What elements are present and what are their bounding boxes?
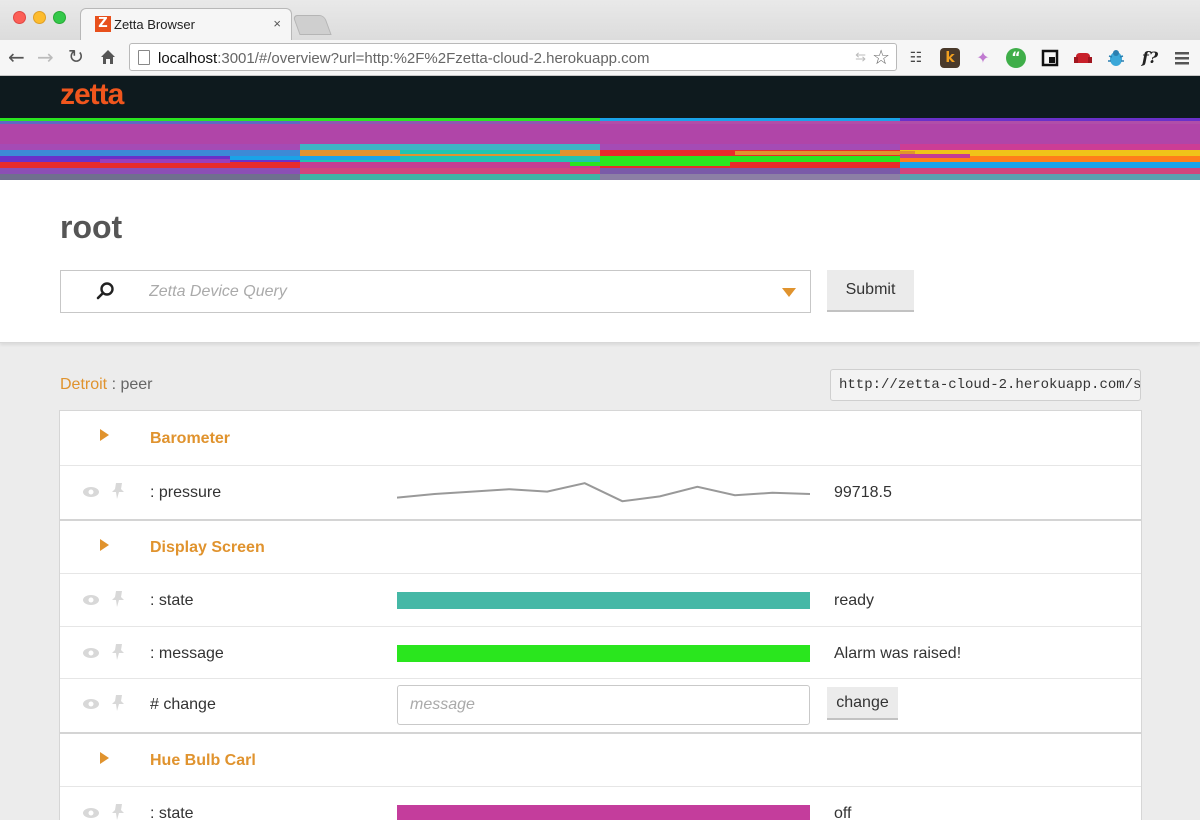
expand-arrow-icon[interactable]	[100, 752, 109, 764]
address-bar[interactable]: localhost:3001/#/overview?url=http:%2F%2…	[129, 43, 897, 71]
peer-name-link[interactable]: Detroit	[60, 376, 107, 393]
activity-stripes	[0, 118, 1200, 180]
new-tab-button[interactable]	[292, 15, 332, 35]
eye-icon[interactable]	[82, 486, 100, 498]
eye-icon[interactable]	[82, 698, 100, 710]
transition-row-change: # change change	[60, 679, 1141, 734]
zetta-favicon-icon: Z	[95, 16, 111, 32]
menu-icon[interactable]	[1172, 48, 1192, 68]
url-text[interactable]: localhost:3001/#/overview?url=http:%2F%2…	[158, 50, 650, 67]
device-header-barometer[interactable]: Barometer	[60, 411, 1141, 466]
peer-heading: Detroit : peer	[60, 376, 152, 394]
peer-url-field[interactable]: http://zetta-cloud-2.herokuapp.com/s	[830, 369, 1141, 401]
tab-close-icon[interactable]: ×	[273, 16, 281, 31]
change-button[interactable]: change	[827, 687, 898, 720]
peer-type: : peer	[107, 376, 153, 393]
device-query-input[interactable]	[149, 271, 759, 312]
dropdown-arrow-icon[interactable]	[782, 288, 796, 297]
page-title: root	[60, 209, 123, 245]
activity-stripe	[230, 156, 400, 160]
transition-label: # change	[150, 696, 216, 713]
eye-icon[interactable]	[82, 594, 100, 606]
maximize-window-button[interactable]	[53, 11, 66, 24]
eye-icon[interactable]	[82, 807, 100, 819]
forward-arrow-icon[interactable]: →	[37, 46, 54, 68]
pin-icon[interactable]	[110, 590, 126, 608]
sofa-icon[interactable]	[1073, 48, 1093, 68]
stream-label: : pressure	[150, 484, 222, 501]
stream-row-message: : message Alarm was raised!	[60, 627, 1141, 679]
stream-value: off	[834, 805, 852, 820]
pin-icon[interactable]	[110, 482, 126, 500]
zetta-header: zetta	[0, 76, 1200, 118]
activity-stripe	[900, 124, 1200, 144]
pin-icon[interactable]	[110, 643, 126, 661]
activity-stripe	[100, 159, 230, 163]
stream-label: : message	[150, 645, 224, 662]
device-name[interactable]: Barometer	[150, 430, 230, 448]
stream-row-pressure: : pressure 99718.5	[60, 466, 1141, 521]
activity-stripe	[400, 150, 560, 154]
hangouts-icon[interactable]: “	[1006, 48, 1026, 68]
activity-stripe	[900, 154, 970, 158]
activity-stripe	[735, 151, 915, 155]
stream-label: : state	[150, 805, 194, 820]
stream-value: 99718.5	[834, 484, 892, 501]
browser-titlebar: Z Zetta Browser ×	[0, 0, 1200, 41]
pressure-sparkline	[397, 482, 810, 503]
eye-icon[interactable]	[82, 647, 100, 659]
stream-label: : state	[150, 592, 194, 609]
message-input[interactable]	[397, 685, 810, 725]
state-color-bar	[397, 592, 810, 609]
formula-icon[interactable]: f?	[1138, 48, 1162, 68]
device-name[interactable]: Hue Bulb Carl	[150, 752, 256, 770]
home-icon[interactable]	[100, 49, 116, 65]
bug-icon[interactable]	[1106, 48, 1126, 68]
device-name[interactable]: Display Screen	[150, 539, 265, 557]
query-box[interactable]	[60, 270, 811, 313]
page-icon	[138, 50, 150, 65]
zetta-logo[interactable]: zetta	[60, 78, 124, 112]
pin-icon[interactable]	[110, 694, 126, 712]
device-list: Barometer : pressure 99718.5 Display Scr…	[59, 410, 1142, 820]
minimize-window-button[interactable]	[33, 11, 46, 24]
evernote-icon[interactable]: ☷	[906, 48, 926, 68]
pocket-icon[interactable]	[1040, 48, 1060, 68]
expand-arrow-icon[interactable]	[100, 539, 109, 551]
query-panel: root Submit	[0, 180, 1200, 343]
browser-toolbar: ← → ↻ localhost:3001/#/overview?url=http…	[0, 40, 1200, 76]
back-arrow-icon[interactable]: ←	[8, 46, 25, 68]
browser-tab[interactable]: Z Zetta Browser ×	[80, 8, 292, 41]
stream-row-state: : state off	[60, 787, 1141, 820]
state-color-bar	[397, 805, 810, 820]
message-color-bar	[397, 645, 810, 662]
k-extension-icon[interactable]: k	[940, 48, 960, 68]
pinwheel-icon[interactable]: ✦	[973, 48, 993, 68]
tab-title: Zetta Browser	[114, 17, 195, 32]
stream-value: Alarm was raised!	[834, 645, 962, 662]
bookmark-star-icon[interactable]: ☆	[872, 45, 890, 70]
close-window-button[interactable]	[13, 11, 26, 24]
stream-row-state: : state ready	[60, 574, 1141, 627]
device-header-hue-bulb-carl[interactable]: Hue Bulb Carl	[60, 734, 1141, 787]
expand-arrow-icon[interactable]	[100, 429, 109, 441]
activity-stripe	[600, 124, 900, 144]
reload-icon[interactable]: ↻	[68, 46, 84, 68]
search-icon	[96, 282, 114, 300]
activity-stripe	[300, 124, 600, 144]
submit-button[interactable]: Submit	[827, 270, 914, 312]
activity-stripe	[570, 162, 730, 166]
activity-stripe	[0, 124, 300, 144]
translate-icon[interactable]: ⇆	[855, 49, 866, 65]
pin-icon[interactable]	[110, 803, 126, 820]
device-header-display-screen[interactable]: Display Screen	[60, 521, 1141, 574]
stream-value: ready	[834, 592, 875, 609]
